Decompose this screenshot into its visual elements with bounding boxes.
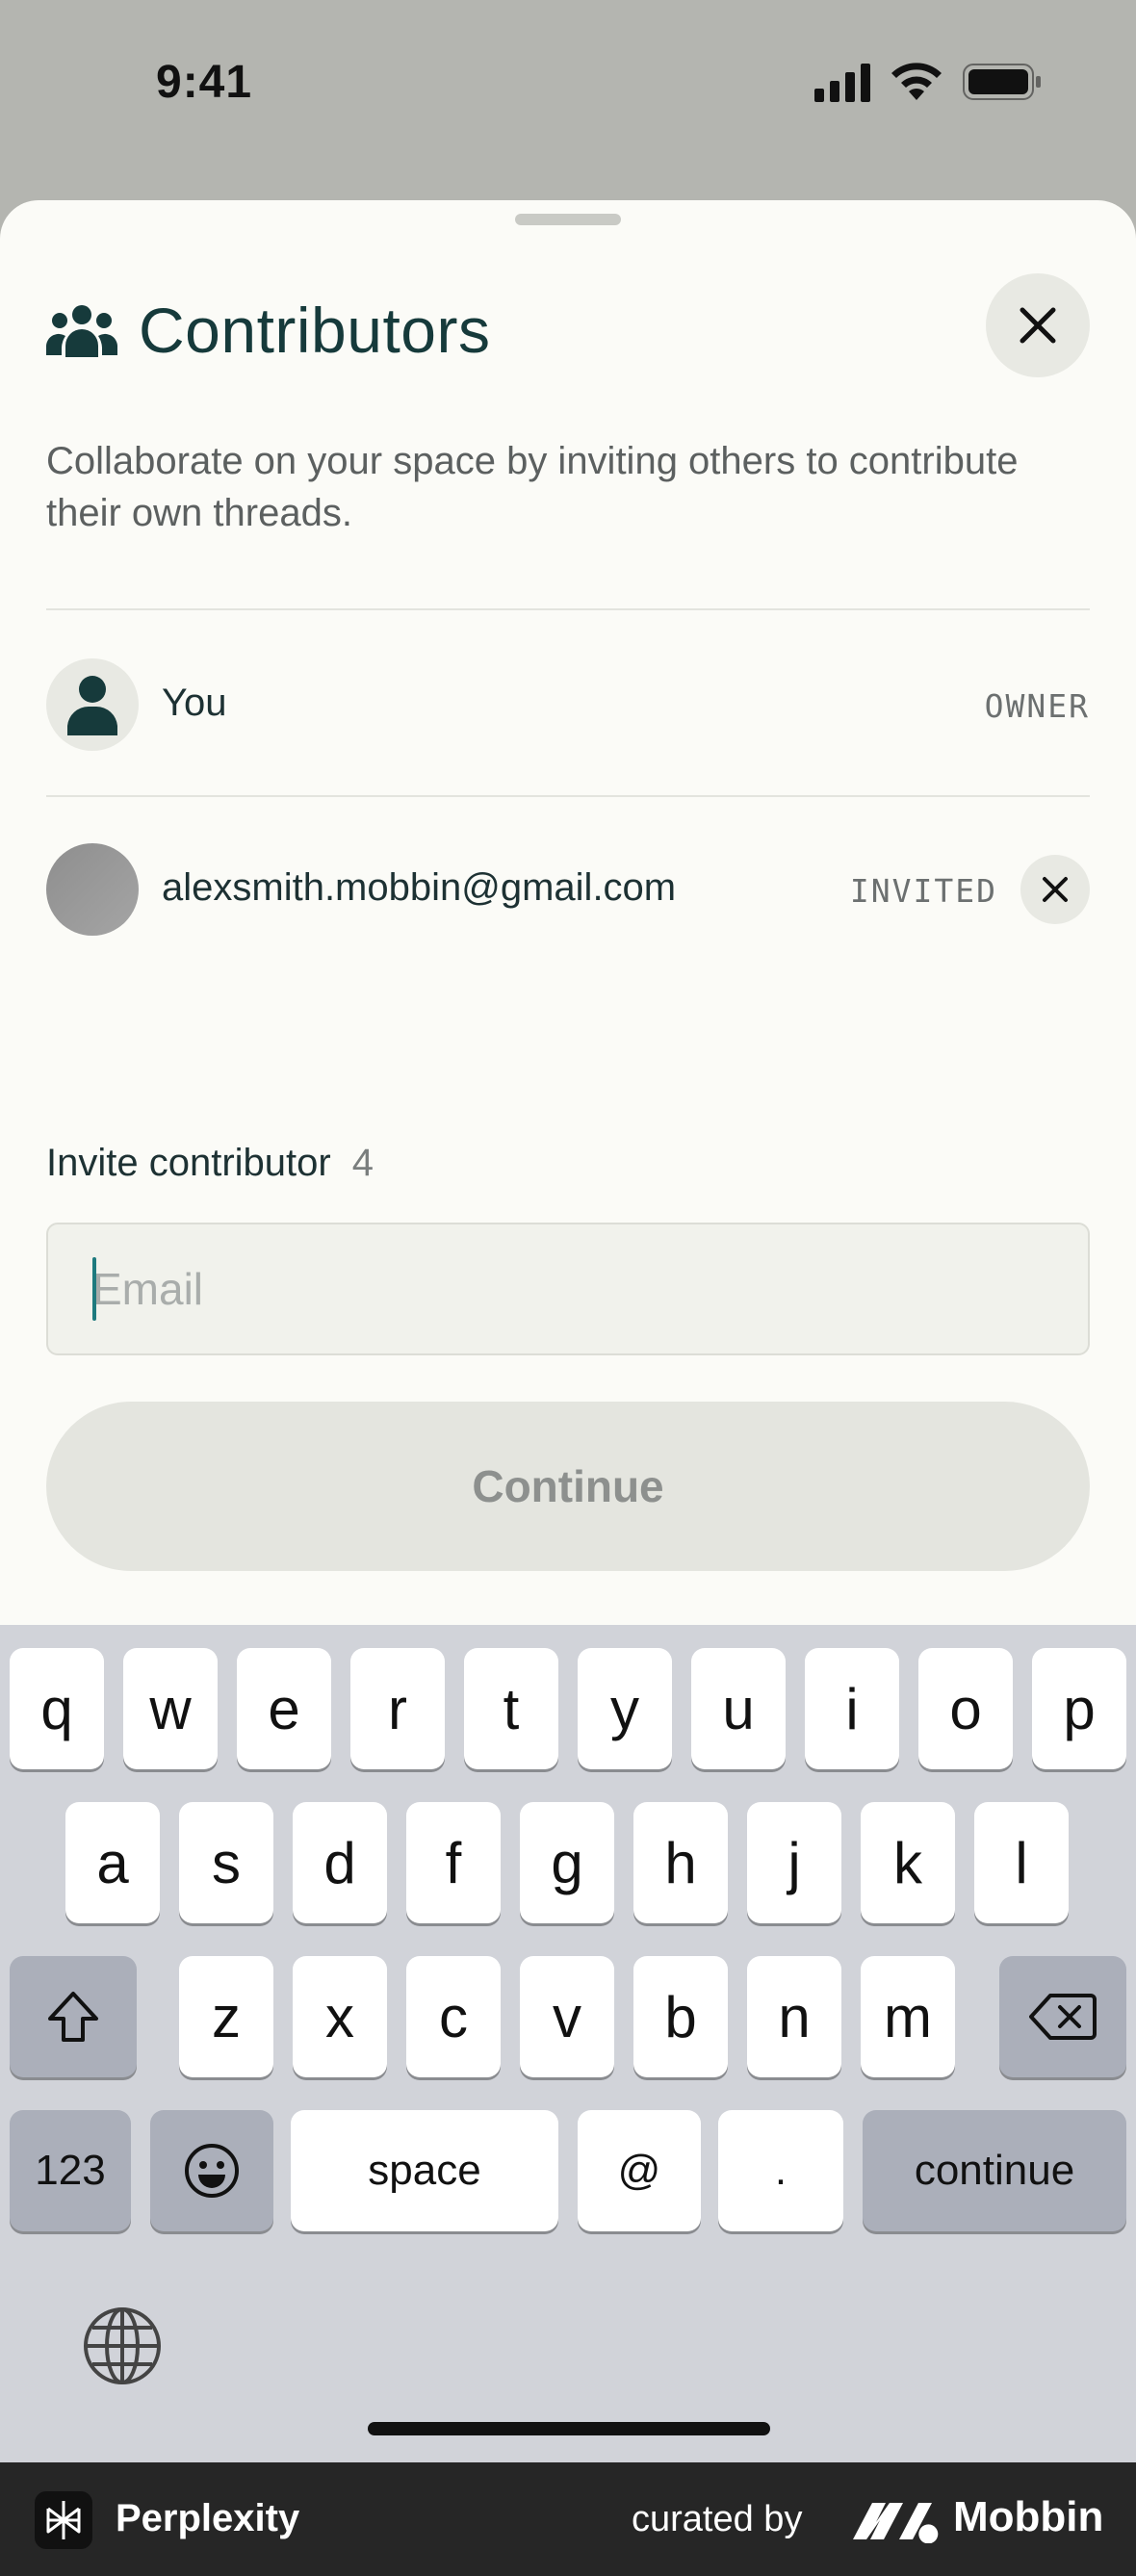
avatar xyxy=(46,658,139,751)
avatar xyxy=(46,843,139,936)
text-caret xyxy=(92,1257,96,1321)
dot-key[interactable]: . xyxy=(718,2110,843,2231)
battery-icon xyxy=(963,64,1041,100)
page-title: Contributors xyxy=(139,295,491,366)
emoji-key[interactable] xyxy=(150,2110,273,2231)
key-j[interactable]: j xyxy=(747,1802,841,1923)
key-s[interactable]: s xyxy=(179,1802,273,1923)
role-badge: INVITED xyxy=(849,872,997,910)
key-w[interactable]: w xyxy=(123,1648,218,1769)
people-icon xyxy=(46,305,117,357)
backspace-icon xyxy=(1029,1994,1097,2040)
member-email: alexsmith.mobbin@gmail.com xyxy=(162,866,677,909)
person-icon xyxy=(67,676,117,735)
app-name: Perplexity xyxy=(116,2497,300,2539)
contributors-sheet: Contributors Collaborate on your space b… xyxy=(0,200,1136,1625)
invite-label: Invite contributor 4 xyxy=(46,1142,374,1185)
key-g[interactable]: g xyxy=(520,1802,614,1923)
key-e[interactable]: e xyxy=(237,1648,331,1769)
shift-icon xyxy=(48,1992,98,2042)
continue-key[interactable]: continue xyxy=(863,2110,1126,2231)
key-o[interactable]: o xyxy=(918,1648,1013,1769)
key-x[interactable]: x xyxy=(293,1956,387,2077)
perplexity-logo xyxy=(35,2491,92,2549)
invite-label-text: Invite contributor xyxy=(46,1142,331,1184)
key-l[interactable]: l xyxy=(974,1802,1069,1923)
keyboard: q w e r t y u i o p a s d f g h j k l z … xyxy=(0,1625,1136,2462)
shift-key[interactable] xyxy=(10,1956,137,2077)
divider xyxy=(46,795,1090,797)
key-r[interactable]: r xyxy=(350,1648,445,1769)
sheet-header: Contributors xyxy=(46,287,491,374)
emoji-icon xyxy=(185,2144,239,2198)
member-row-owner: You OWNER xyxy=(46,658,1090,755)
curated-by-text: curated by xyxy=(632,2499,803,2539)
member-name: You xyxy=(162,682,227,724)
at-key[interactable]: @ xyxy=(578,2110,701,2231)
member-row-invited: alexsmith.mobbin@gmail.com INVITED xyxy=(46,843,1090,940)
key-d[interactable]: d xyxy=(293,1802,387,1923)
key-c[interactable]: c xyxy=(406,1956,501,2077)
invite-count: 4 xyxy=(351,1142,374,1184)
key-b[interactable]: b xyxy=(633,1956,728,2077)
key-q[interactable]: q xyxy=(10,1648,104,1769)
key-v[interactable]: v xyxy=(520,1956,614,2077)
key-f[interactable]: f xyxy=(406,1802,501,1923)
sheet-grabber[interactable] xyxy=(515,214,621,225)
footer-bar: Perplexity curated by Mobbin xyxy=(0,2462,1136,2576)
key-m[interactable]: m xyxy=(861,1956,955,2077)
status-bar: 9:41 xyxy=(0,0,1136,173)
key-a[interactable]: a xyxy=(65,1802,160,1923)
key-p[interactable]: p xyxy=(1032,1648,1126,1769)
mobbin-brand: Mobbin xyxy=(953,2493,1104,2540)
key-n[interactable]: n xyxy=(747,1956,841,2077)
key-i[interactable]: i xyxy=(805,1648,899,1769)
perplexity-icon xyxy=(46,2501,81,2539)
numbers-key[interactable]: 123 xyxy=(10,2110,131,2231)
close-button[interactable] xyxy=(986,273,1090,377)
close-icon xyxy=(1043,877,1068,902)
continue-button[interactable]: Continue xyxy=(46,1402,1090,1571)
key-k[interactable]: k xyxy=(861,1802,955,1923)
sheet-description: Collaborate on your space by inviting ot… xyxy=(46,440,1019,534)
key-z[interactable]: z xyxy=(179,1956,273,2077)
key-t[interactable]: t xyxy=(464,1648,558,1769)
email-input[interactable] xyxy=(46,1223,1090,1355)
key-y[interactable]: y xyxy=(578,1648,672,1769)
role-badge: OWNER xyxy=(984,687,1090,725)
cellular-signal-icon xyxy=(814,64,870,102)
close-icon xyxy=(1020,307,1056,344)
divider xyxy=(46,608,1090,610)
status-time: 9:41 xyxy=(156,57,253,108)
home-indicator[interactable] xyxy=(368,2422,770,2435)
remove-invite-button[interactable] xyxy=(1020,855,1090,924)
key-h[interactable]: h xyxy=(633,1802,728,1923)
key-u[interactable]: u xyxy=(691,1648,786,1769)
mobbin-logo-icon xyxy=(853,2503,939,2543)
space-key[interactable]: space xyxy=(291,2110,558,2231)
globe-icon[interactable] xyxy=(81,2305,164,2387)
delete-key[interactable] xyxy=(999,1956,1126,2077)
wifi-icon xyxy=(891,63,942,100)
